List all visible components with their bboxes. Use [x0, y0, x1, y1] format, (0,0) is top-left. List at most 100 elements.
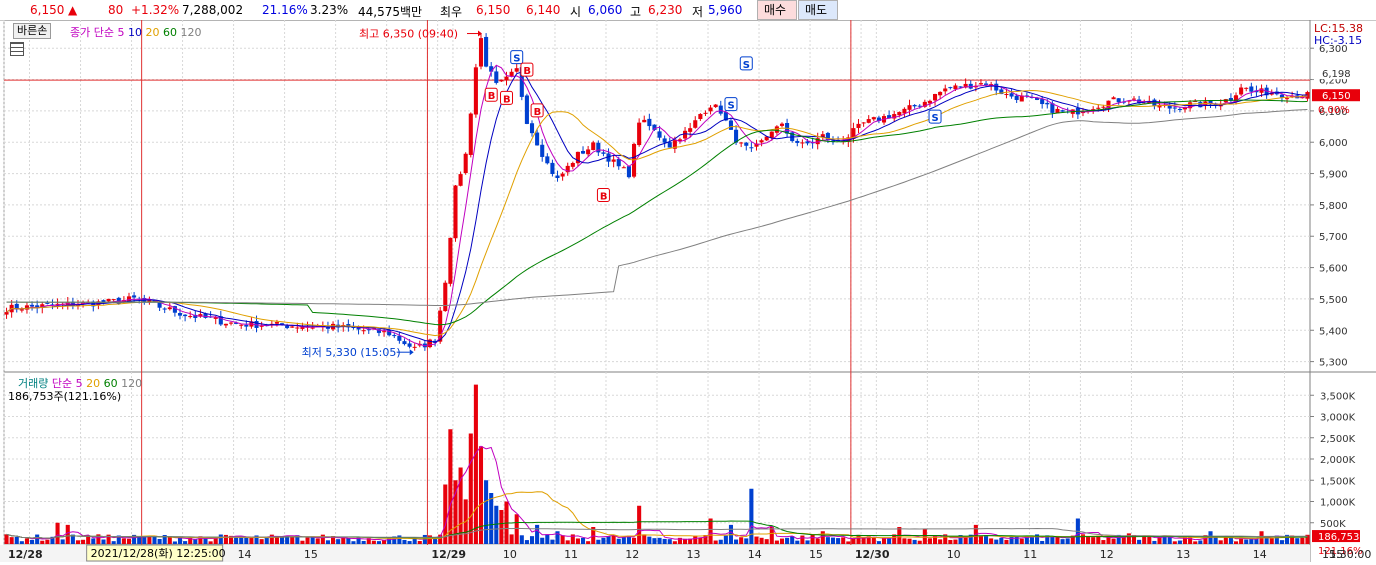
x-axis-label: 14 [1253, 548, 1267, 561]
candle-body [1014, 95, 1019, 100]
volume-bar [601, 537, 606, 544]
candle-body [167, 307, 172, 310]
chart-area[interactable]: 5,300 5,400 5,500 5,600 5,700 5,800 5,900 6,000… [0, 19, 1376, 562]
volume-bar [917, 540, 922, 544]
candle-body [484, 36, 489, 67]
candle-body [800, 142, 805, 144]
volume-ma-20-line [6, 491, 1308, 540]
candle-body [728, 120, 734, 130]
volume-bar [749, 488, 754, 544]
volume-bar [1177, 540, 1182, 544]
candle-body [397, 335, 402, 341]
volume-bar [300, 540, 305, 544]
volume-bar [30, 539, 35, 544]
sell-button[interactable]: 매도 [798, 0, 838, 20]
high-price: 6,230 [648, 3, 683, 17]
candle-body [473, 67, 478, 115]
candle-body [1131, 98, 1137, 100]
volume-bar [815, 538, 820, 544]
volume-bar [1009, 536, 1014, 544]
high-label: 고 [630, 5, 642, 19]
candle-body [1116, 98, 1121, 103]
volume-bar [1080, 534, 1086, 544]
buy-button[interactable]: 매수 [757, 0, 797, 20]
volume-bar [744, 538, 749, 544]
volume-bar [35, 534, 40, 544]
volume-bar [529, 536, 535, 544]
candle-body [468, 113, 473, 155]
current-price: 6,150 [30, 3, 65, 17]
volume-bar [111, 541, 116, 544]
volume-bar [774, 540, 779, 544]
volume-bar [978, 535, 983, 544]
volume-bar [448, 429, 453, 544]
grid-icon[interactable] [10, 42, 24, 56]
volume-bar [489, 493, 494, 544]
volume-bar [417, 541, 422, 544]
volume-bar [586, 541, 591, 544]
volume-bar [152, 536, 157, 544]
candle-body [713, 104, 718, 108]
candle-body [871, 117, 876, 120]
candle-body [529, 123, 535, 134]
candle-body [310, 327, 315, 329]
low-annotation: 최저 5,330 (15:05) [302, 346, 401, 359]
volume-tick-label: 500K [1320, 519, 1346, 530]
x-axis-label: 10 [947, 548, 961, 561]
x-axis-label: 13 [687, 548, 701, 561]
volume-bar [9, 537, 14, 544]
volume-bar [1152, 540, 1157, 544]
x-axis-label: 12 [625, 548, 639, 561]
volume-bar [764, 539, 769, 544]
volume-bar [382, 540, 387, 544]
x-axis-label: 15 [304, 548, 318, 561]
candle-body [580, 151, 586, 154]
mode-button[interactable]: 바른손 [13, 23, 52, 39]
volume-bar [667, 539, 672, 544]
ma120-legend: 120 [180, 26, 202, 39]
volume-bar [65, 524, 70, 544]
volume-bar [40, 540, 45, 544]
candle-body [897, 112, 902, 116]
candle-body [621, 167, 626, 169]
volume-bar [1223, 537, 1228, 544]
candle-body [458, 174, 463, 186]
candle-body [162, 308, 167, 310]
volume-bar [785, 537, 790, 544]
volume-bar [861, 538, 866, 544]
candle-body [626, 166, 631, 178]
high-annotation: 최고 6,350 (09:40) [359, 28, 458, 41]
price-tick-label: 6,000 [1319, 138, 1348, 149]
volume-bar [825, 537, 830, 544]
candle-body [188, 316, 193, 318]
best-ask: 6,150 [476, 3, 511, 17]
candle-body [443, 282, 448, 312]
volume-bar [953, 539, 958, 544]
volume-bar [754, 536, 759, 544]
candle-body [637, 122, 642, 146]
volume-bar [121, 538, 126, 544]
turnover-rate: 3.23% [310, 3, 349, 17]
stock-chart-svg[interactable]: 5,300 5,400 5,500 5,600 5,700 5,800 5,900 6,000… [0, 19, 1376, 562]
volume-bar [580, 537, 586, 544]
volume-bar [540, 537, 545, 544]
volume-bar [836, 538, 841, 544]
volume-bar [223, 534, 228, 544]
candle-body [285, 325, 290, 329]
price-legend-label: 종가 단순 [70, 26, 114, 39]
volume-bar [1060, 539, 1065, 544]
candle-body [779, 123, 785, 126]
ma60-legend: 60 [162, 26, 177, 39]
candle-body [601, 152, 606, 154]
quote-bar: 6,150 ▲ 80 +1.32% 7,288,002 21.16% 3.23%… [0, 0, 1376, 21]
volume-bar [1295, 538, 1300, 544]
candle-body [984, 83, 989, 85]
candle-body [290, 326, 295, 328]
low-label: 저 [692, 5, 704, 19]
price-change: 80 [108, 3, 124, 17]
volume-bar [499, 510, 504, 544]
volume-bar [402, 539, 407, 544]
x-axis-label: 14 [238, 548, 252, 561]
trade-amount: 44,575백만 [358, 5, 423, 19]
volume-bar [468, 433, 473, 544]
